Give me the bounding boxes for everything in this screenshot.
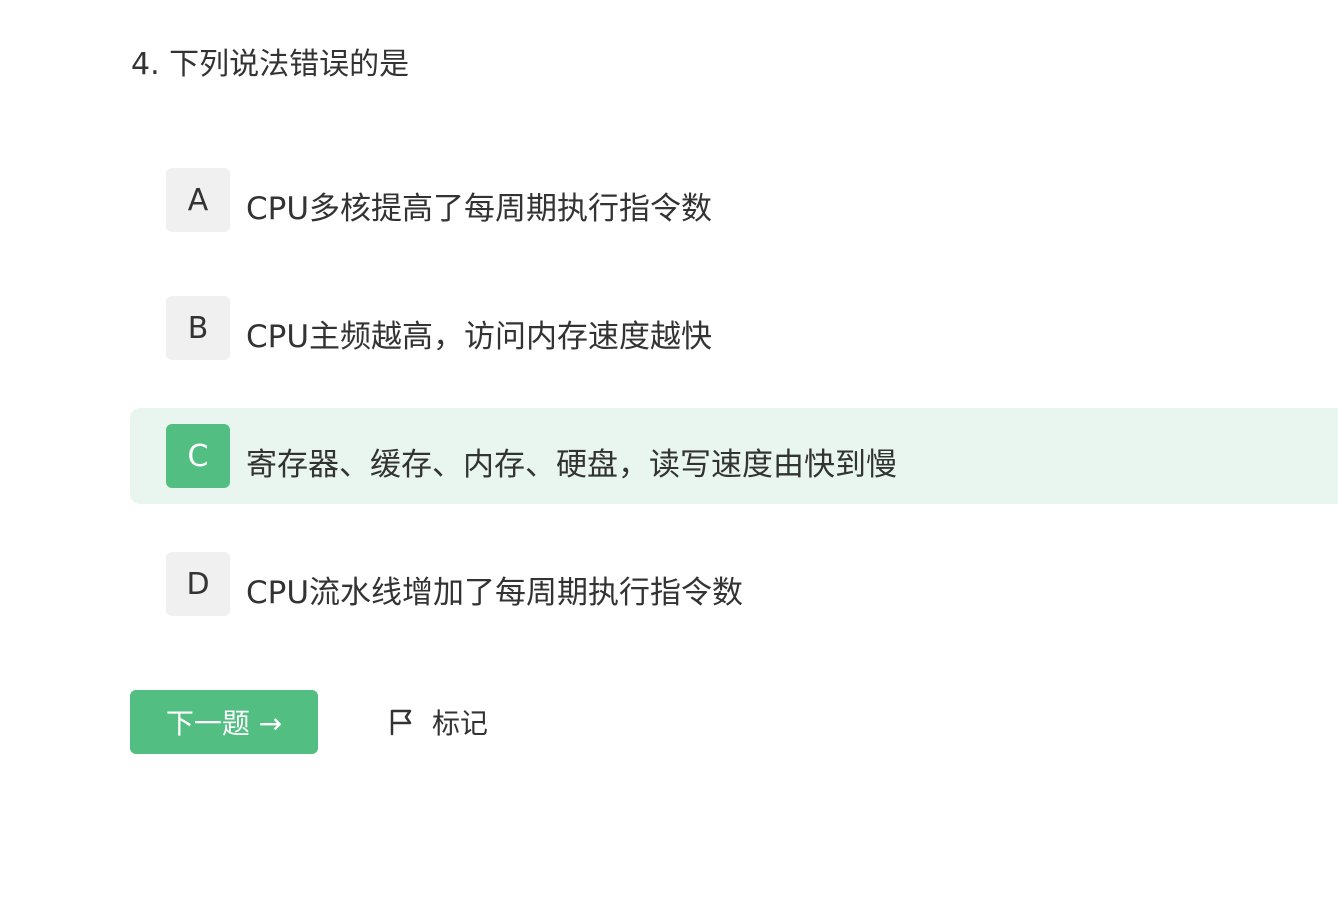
option-letter: B [166,296,230,360]
quiz-page: 4. 下列说法错误的是 A CPU多核提高了每周期执行指令数 B CPU主频越高… [0,0,1338,920]
action-bar: 下一题 → 标记 [130,690,488,754]
option-text: CPU主频越高，访问内存速度越快 [246,318,713,355]
question-title: 4. 下列说法错误的是 [131,47,410,82]
option-text: CPU多核提高了每周期执行指令数 [246,190,713,227]
mark-button[interactable]: 标记 [388,702,488,742]
next-question-button[interactable]: 下一题 → [130,690,318,754]
option-b[interactable]: B CPU主频越高，访问内存速度越快 [130,280,1338,376]
flag-icon [388,708,416,736]
mark-label: 标记 [432,707,489,740]
option-letter: C [166,424,230,488]
option-a[interactable]: A CPU多核提高了每周期执行指令数 [130,152,1338,248]
option-c[interactable]: C 寄存器、缓存、内存、硬盘，读写速度由快到慢 [130,408,1338,504]
option-d[interactable]: D CPU流水线增加了每周期执行指令数 [130,536,1338,632]
options-list: A CPU多核提高了每周期执行指令数 B CPU主频越高，访问内存速度越快 C … [130,152,1338,664]
option-letter: D [166,552,230,616]
option-text: CPU流水线增加了每周期执行指令数 [246,574,744,611]
option-text: 寄存器、缓存、内存、硬盘，读写速度由快到慢 [246,446,897,483]
option-letter: A [166,168,230,232]
